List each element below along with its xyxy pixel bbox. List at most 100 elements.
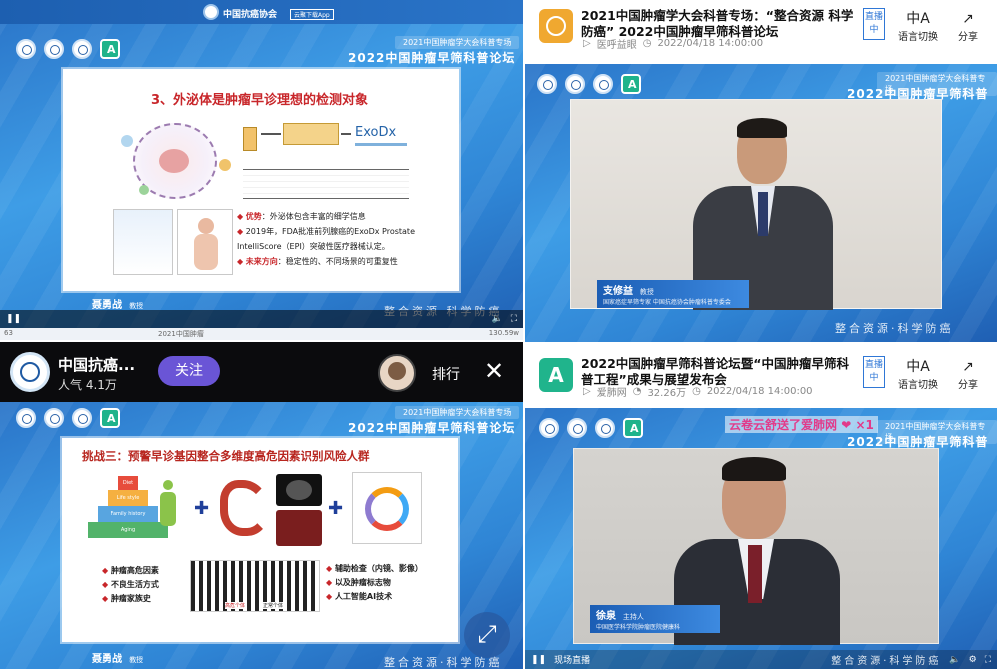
play-icon: ▷ [583, 38, 591, 49]
live-badge: 直播中 [863, 356, 885, 388]
logo-icon [567, 418, 587, 438]
forum-subtitle: 2021中国肿瘤学大会科普专场 [395, 406, 520, 419]
share-button[interactable]: ↗ 分享 [953, 10, 983, 43]
logo-icon [16, 39, 36, 59]
channel-name[interactable]: 中国抗癌... [58, 354, 135, 375]
language-switch-button[interactable]: 中A 语言切换 [895, 10, 941, 43]
bullet-item: ◆ 2019年，FDA批准前列腺癌的ExoDx Prostate Intelli… [237, 227, 415, 251]
bullet-text: 稳定性的、不同场景的可重复性 [285, 257, 398, 266]
speaker-video: 徐泉 主持人 中国医学科学院肿瘤医院健康科 [573, 448, 939, 645]
slide: 挑战三：预警早诊基因整合多维度高危因素识别风险人群 Diet Life styl… [62, 438, 458, 642]
translate-icon: 中A [906, 359, 930, 375]
speaker-hair [722, 457, 786, 481]
popularity: 人气 4.1万 [58, 378, 117, 392]
slogan: 整合资源·科学防癌 [835, 322, 954, 335]
status-mid: 2021中国肿瘤 [158, 330, 204, 338]
logo-icon [44, 408, 64, 428]
bullet-text: 外泌体包含丰富的细学信息 [269, 212, 366, 221]
speaker-tie [748, 545, 762, 603]
clock-icon: ◷ [642, 38, 652, 49]
share-label: 分享 [958, 32, 978, 43]
slogan: 整合资源·科学防癌 [384, 656, 503, 669]
logo-icon [565, 74, 585, 94]
channel-name[interactable]: 爱肺网 [597, 384, 627, 399]
share-label: 分享 [958, 380, 978, 391]
gift-text: 云卷云舒送了爱肺网 [729, 418, 838, 432]
volume-icon[interactable]: 🔈 [949, 655, 960, 665]
partner-logos [537, 74, 641, 94]
forum-subtitle: 2021中国肿瘤学大会科普专场 [395, 36, 520, 49]
settings-icon[interactable]: ⚙ [969, 655, 977, 665]
live-link[interactable]: 现场直播 [554, 653, 590, 666]
close-icon[interactable]: ✕ [484, 356, 504, 386]
list-item-text: 人工智能AI技术 [334, 592, 393, 601]
slide: 3、外泌体是肿瘤早诊理想的检测对象 ExoDx ◆ 优势：外泌体包含丰富的细学信… [63, 69, 459, 291]
language-switch-label: 语言切换 [898, 380, 938, 391]
channel-avatar[interactable] [10, 352, 50, 392]
rank-label[interactable]: 排行 [432, 364, 460, 384]
pyramid-level: Diet [118, 476, 138, 490]
follow-button[interactable]: 关注 [158, 356, 220, 386]
bullet-list: ◆ 优势：外泌体包含丰富的细学信息 ◆ 2019年，FDA批准前列腺癌的ExoD… [237, 209, 447, 269]
stage: 云卷云舒送了爱肺网 ❤ ×1 2021中国肿瘤学大会科普专场 2022中国肿瘤早… [525, 408, 997, 669]
person-figure-icon [158, 480, 178, 528]
logo-icon [595, 418, 615, 438]
speaker-role: 教授 [639, 288, 654, 296]
video-header: 2021中国肿瘤学大会科普专场：“整合资源 科学防癌” 2022中国肿瘤早筛科普… [525, 0, 997, 62]
player-controls: ❚❚ 现场直播 整合资源·科学防癌 🔈 ⚙ ⛶ [525, 650, 997, 669]
share-icon: ↗ [962, 359, 974, 375]
channel-bar: 中国抗癌... 人气 4.1万 关注 排行 ✕ [0, 342, 523, 402]
crowd-label: 正常个体 [263, 602, 284, 609]
video-panel-bottom-left[interactable]: 中国抗癌... 人气 4.1万 关注 排行 ✕ 2021中国肿瘤学大会科普专场 … [0, 342, 523, 669]
speaker-name: 聂勇战 教授 [92, 296, 143, 311]
partner-logos [16, 408, 120, 428]
list-item: ◆ 不良生活方式 [102, 580, 159, 589]
partner-logos [539, 418, 643, 438]
fullscreen-icon[interactable]: ⛶ [985, 655, 991, 665]
video-panel-bottom-right[interactable]: A 2022中国肿瘤早筛科普论坛暨“中国肿瘤早筛科普工程”成果与展望发布会 ▷ … [525, 342, 997, 669]
aifei-logo-icon [621, 74, 641, 94]
bullet-text: 2019年，FDA批准前列腺癌的ExoDx Prostate IntelliSc… [237, 227, 415, 251]
crowd-image: 高危个体 正常个体 [190, 560, 320, 612]
volume-icon[interactable]: 🔈 [491, 314, 502, 324]
exodx-label: ExoDx [355, 125, 397, 140]
channel-name[interactable]: 医呼益眼 [597, 36, 637, 51]
list-item: ◆ 以及肿瘤标志物 [326, 578, 391, 587]
ai-ring-diagram [352, 472, 422, 544]
channel-avatar[interactable] [539, 9, 573, 43]
view-count: 32.26万 [647, 388, 687, 399]
stage: 2021中国肿瘤学大会科普专场 2022中国肿瘤早筛科普论坛 挑战三：预警早诊基… [0, 402, 523, 669]
video-panel-top-left[interactable]: 中国抗癌协会 云聚下载App 2021中国肿瘤学大会科普专场 2022中国肿瘤早… [0, 0, 523, 340]
speaker-video: 支修益 教授 国家癌症早筛专家 中国抗癌协会肿瘤科普专委会 [570, 99, 942, 310]
bullet-label: 优势 [245, 212, 262, 221]
header-app-tag[interactable]: 云聚下载App [290, 9, 334, 20]
speaker-org: 中国医学科学院肿瘤医院健康科 [596, 624, 681, 631]
channel-avatar[interactable]: A [539, 358, 573, 392]
speaker-nameplate: 徐泉 主持人 中国医学科学院肿瘤医院健康科 [590, 605, 720, 633]
association-logo [203, 4, 219, 20]
header-logo-text: 中国抗癌协会 [223, 10, 278, 20]
bullet-item: ◆ 未来方向：稳定性的、不同场景的可重复性 [237, 257, 398, 266]
list-item-text: 辅助检查（内镜、影像） [334, 564, 423, 573]
aifei-logo-icon [100, 39, 120, 59]
pause-icon[interactable]: ❚❚ [531, 655, 546, 665]
video-meta: ▷ 爱肺网 ◔ 32.26万 ◷ 2022/04/18 14:00:00 [583, 384, 813, 399]
plus-icon: ✚ [328, 498, 344, 519]
speaker-org: 国家癌症早筛专家 中国抗癌协会肿瘤科普专委会 [603, 299, 731, 306]
pause-icon[interactable]: ❚❚ [6, 314, 21, 324]
aifei-logo-icon [623, 418, 643, 438]
bullet-item: ◆ 优势：外泌体包含丰富的细学信息 [237, 212, 366, 221]
rank-avatar[interactable] [378, 354, 416, 392]
language-switch-button[interactable]: 中A 语言切换 [895, 358, 941, 391]
risk-factor-list: ◆ 肿瘤高危因素 ◆ 不良生活方式 ◆ 肿瘤家族史 [102, 564, 159, 606]
list-item-text: 以及肿瘤标志物 [334, 578, 391, 587]
logo-icon [72, 39, 92, 59]
share-button[interactable]: ↗ 分享 [953, 358, 983, 391]
bullet-label: 未来方向 [245, 257, 278, 266]
speaker-role: 教授 [129, 302, 144, 310]
expand-button[interactable]: ⤢ [464, 612, 510, 658]
fullscreen-icon[interactable]: ⛶ [511, 314, 517, 324]
exodx-workflow: ExoDx [243, 123, 409, 163]
video-panel-top-right[interactable]: 2021中国肿瘤学大会科普专场：“整合资源 科学防癌” 2022中国肿瘤早筛科普… [525, 0, 997, 342]
list-item: ◆ 辅助检查（内镜、影像） [326, 564, 423, 573]
